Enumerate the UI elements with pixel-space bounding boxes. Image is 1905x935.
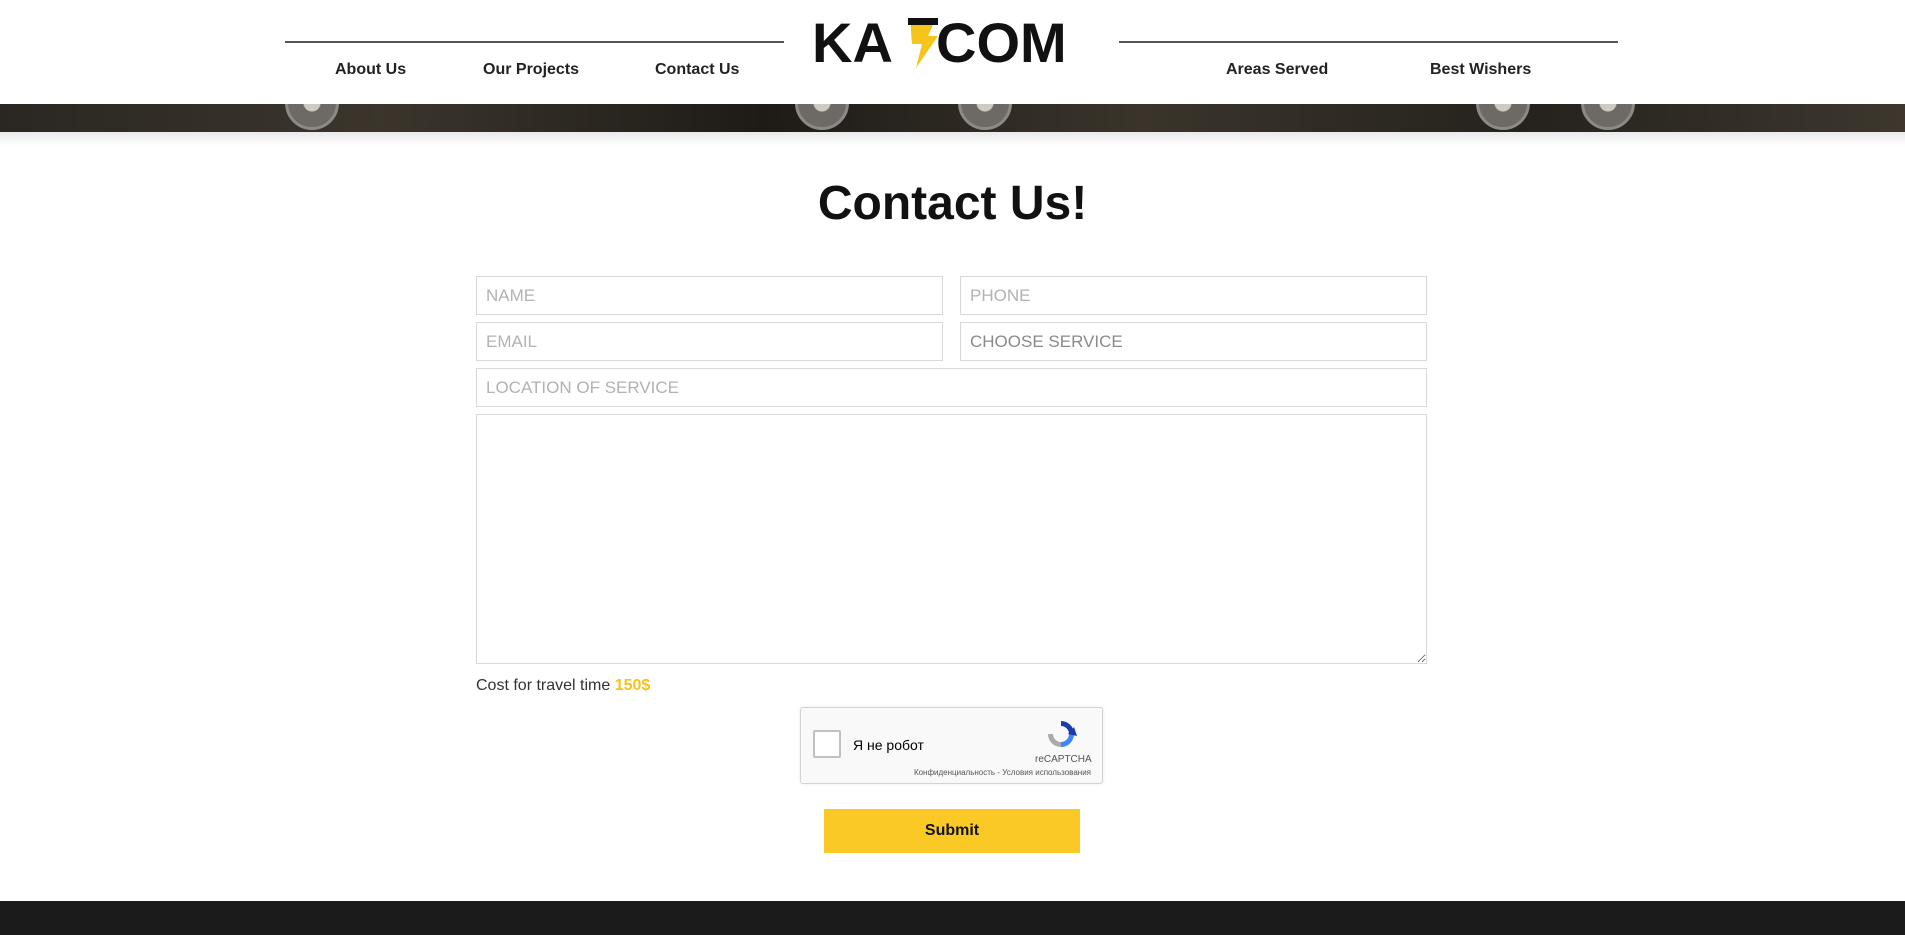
submit-button[interactable]: Submit bbox=[824, 809, 1080, 853]
lightning-bolt-icon bbox=[908, 18, 938, 68]
phone-field[interactable] bbox=[960, 276, 1427, 315]
travel-cost-price: 150$ bbox=[614, 677, 651, 694]
nav-about-us[interactable]: About Us bbox=[335, 61, 406, 79]
site-header: About Us Our Projects Contact Us KA COM … bbox=[0, 0, 1905, 104]
header-shadow bbox=[0, 132, 1905, 146]
logo-text-left: KA bbox=[812, 12, 893, 70]
truck-wheel-image bbox=[795, 104, 849, 130]
recaptcha-brand: reCAPTCHA bbox=[1035, 754, 1092, 765]
recaptcha-checkbox[interactable] bbox=[813, 730, 841, 758]
location-of-service-field[interactable] bbox=[476, 368, 1427, 407]
header-divider-right bbox=[1119, 41, 1618, 43]
truck-wheel-image bbox=[1581, 104, 1635, 130]
nav-best-wishers[interactable]: Best Wishers bbox=[1430, 61, 1531, 79]
message-textarea[interactable] bbox=[476, 414, 1427, 664]
name-field[interactable] bbox=[476, 276, 943, 315]
choose-service-select[interactable]: CHOOSE SERVICE bbox=[960, 322, 1427, 361]
katcom-logo[interactable]: KA COM bbox=[812, 12, 1082, 70]
email-field[interactable] bbox=[476, 322, 943, 361]
travel-cost-note: Cost for travel time 150$ bbox=[476, 677, 650, 695]
nav-areas-served[interactable]: Areas Served bbox=[1226, 61, 1328, 79]
recaptcha-terms-links[interactable]: Конфиденциальность - Условия использован… bbox=[914, 768, 1091, 777]
recaptcha-label: Я не робот bbox=[853, 737, 924, 753]
recaptcha-icon bbox=[1048, 721, 1077, 747]
truck-wheel-image bbox=[285, 104, 339, 130]
header-divider-left bbox=[285, 41, 784, 43]
travel-cost-label: Cost for travel time bbox=[476, 677, 611, 694]
hero-image-strip bbox=[0, 104, 1905, 132]
truck-wheel-image bbox=[958, 104, 1012, 130]
site-footer bbox=[0, 901, 1905, 935]
truck-wheel-image bbox=[1476, 104, 1530, 130]
nav-contact-us[interactable]: Contact Us bbox=[655, 61, 739, 79]
nav-our-projects[interactable]: Our Projects bbox=[483, 61, 579, 79]
logo-text-right: COM bbox=[936, 12, 1067, 70]
page-title: Contact Us! bbox=[817, 177, 1088, 230]
recaptcha-widget: Я не робот reCAPTCHA Конфиденциальность … bbox=[800, 707, 1103, 784]
